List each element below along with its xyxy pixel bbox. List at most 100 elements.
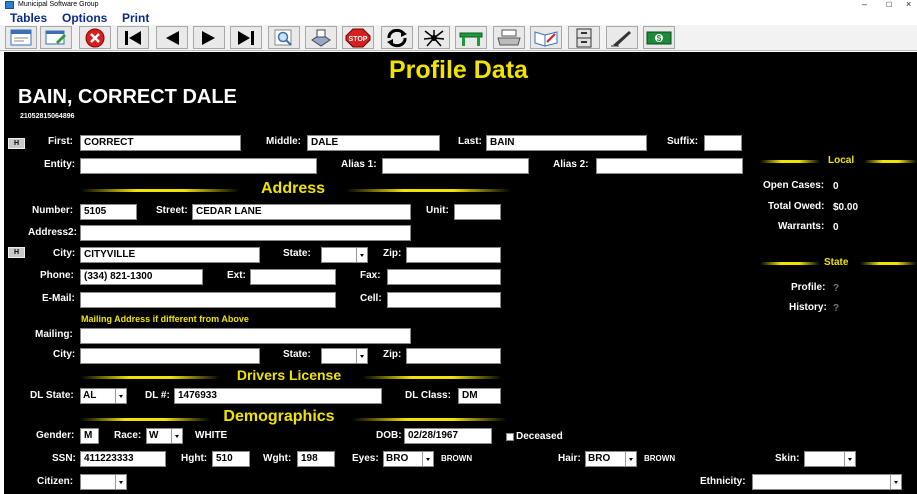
signature-icon bbox=[611, 30, 631, 46]
close-icon[interactable]: × bbox=[906, 0, 911, 9]
mailing-city-field[interactable] bbox=[80, 348, 260, 364]
height-field[interactable]: 510 bbox=[212, 451, 250, 467]
unit-field[interactable] bbox=[454, 204, 501, 220]
next-record-button[interactable] bbox=[193, 26, 225, 49]
cabinet-button[interactable] bbox=[568, 26, 600, 49]
menu-tables[interactable]: Tables bbox=[10, 11, 47, 25]
weight-field[interactable]: 198 bbox=[297, 451, 335, 467]
height-label: Hght: bbox=[181, 453, 208, 464]
city-field[interactable]: CITYVILLE bbox=[80, 247, 260, 263]
state-history-value[interactable]: ? bbox=[833, 303, 839, 314]
number-label: Number: bbox=[32, 205, 74, 216]
previous-record-button[interactable] bbox=[156, 26, 188, 49]
street-label: Street: bbox=[156, 205, 188, 216]
eyes-description: BROWN bbox=[441, 454, 473, 463]
chevron-down-icon[interactable] bbox=[422, 452, 433, 466]
alias2-label: Alias 2: bbox=[553, 159, 589, 170]
add-record-button[interactable] bbox=[5, 26, 37, 49]
fax-field[interactable] bbox=[387, 269, 501, 285]
hair-dropdown[interactable]: BRO bbox=[585, 451, 637, 467]
entity-field[interactable] bbox=[80, 158, 317, 174]
mailing-zip-field[interactable] bbox=[406, 348, 501, 364]
mailing-field[interactable] bbox=[80, 328, 411, 344]
mailing-zip-label: Zip: bbox=[383, 349, 402, 360]
race-description: WHITE bbox=[195, 430, 228, 441]
fax-label: Fax: bbox=[360, 270, 381, 281]
first-record-button[interactable] bbox=[117, 26, 149, 49]
dl-state-label: DL State: bbox=[30, 390, 74, 401]
menu-options[interactable]: Options bbox=[62, 11, 107, 25]
chevron-down-icon[interactable] bbox=[890, 475, 901, 489]
toolbar: STOP $ bbox=[0, 25, 917, 51]
mailing-state-dropdown[interactable] bbox=[321, 348, 368, 364]
money-label: $ bbox=[657, 34, 662, 43]
address2-label: Address2: bbox=[28, 227, 77, 238]
flow-button[interactable] bbox=[418, 26, 450, 49]
skin-dropdown[interactable] bbox=[804, 451, 856, 467]
dl-number-field[interactable]: 1476933 bbox=[174, 388, 382, 404]
suffix-field[interactable] bbox=[704, 135, 742, 151]
edit-icon bbox=[45, 30, 66, 45]
app-icon bbox=[5, 1, 14, 9]
maximize-icon[interactable]: ☐ bbox=[886, 1, 892, 9]
search-icon bbox=[274, 29, 292, 46]
street-field[interactable]: CEDAR LANE bbox=[192, 204, 411, 220]
race-dropdown[interactable]: W bbox=[146, 428, 183, 444]
book-button[interactable] bbox=[530, 26, 562, 49]
refresh-button[interactable] bbox=[381, 26, 413, 49]
chevron-down-icon[interactable] bbox=[356, 349, 367, 363]
chevron-down-icon[interactable] bbox=[171, 429, 182, 443]
ssn-label: SSN: bbox=[52, 453, 76, 464]
search-button[interactable] bbox=[268, 26, 300, 49]
dl-class-field[interactable]: DM bbox=[458, 388, 501, 404]
money-button[interactable]: $ bbox=[643, 26, 675, 49]
zip-field[interactable] bbox=[406, 247, 501, 263]
chevron-down-icon[interactable] bbox=[356, 248, 367, 262]
deceased-checkbox[interactable] bbox=[506, 433, 514, 441]
signature-button[interactable] bbox=[606, 26, 638, 49]
citizen-dropdown[interactable] bbox=[80, 474, 127, 490]
ssn-field[interactable]: 411223333 bbox=[80, 451, 166, 467]
street-number-field[interactable]: 5105 bbox=[80, 204, 137, 220]
menu-print[interactable]: Print bbox=[122, 11, 149, 25]
phone-field[interactable]: (334) 821-1300 bbox=[80, 269, 203, 285]
chevron-down-icon[interactable] bbox=[844, 452, 855, 466]
ethnicity-dropdown[interactable] bbox=[752, 474, 902, 490]
edit-record-button[interactable] bbox=[40, 26, 72, 49]
chevron-down-icon[interactable] bbox=[625, 452, 636, 466]
name-history-button[interactable]: H bbox=[8, 138, 25, 149]
local-title: Local bbox=[828, 155, 855, 166]
table-button[interactable] bbox=[455, 26, 487, 49]
alias1-field[interactable] bbox=[382, 158, 529, 174]
chevron-down-icon[interactable] bbox=[115, 475, 126, 489]
state-title: State bbox=[824, 257, 849, 268]
chevron-down-icon[interactable] bbox=[115, 389, 126, 403]
dob-field[interactable]: 02/28/1967 bbox=[404, 428, 492, 444]
open-cases-label: Open Cases: bbox=[763, 180, 825, 191]
alias2-field[interactable] bbox=[596, 158, 743, 174]
address2-field[interactable] bbox=[80, 225, 411, 241]
cell-field[interactable] bbox=[387, 292, 501, 308]
print-button[interactable] bbox=[493, 26, 525, 49]
last-record-button[interactable] bbox=[230, 26, 262, 49]
ext-field[interactable] bbox=[250, 269, 336, 285]
address-history-button[interactable]: H bbox=[8, 247, 25, 258]
email-field[interactable] bbox=[80, 292, 336, 308]
last-name-field[interactable]: BAIN bbox=[486, 135, 647, 151]
dl-state-dropdown[interactable]: AL bbox=[80, 388, 127, 404]
skin-label: Skin: bbox=[775, 453, 800, 464]
delete-record-button[interactable] bbox=[79, 26, 111, 49]
first-name-field[interactable]: CORRECT bbox=[80, 135, 241, 151]
mailing-city-label: City: bbox=[53, 349, 76, 360]
hair-description: BROWN bbox=[644, 454, 676, 463]
flow-icon bbox=[423, 29, 445, 46]
stop-button[interactable]: STOP bbox=[342, 26, 374, 49]
minimize-icon[interactable]: – bbox=[862, 0, 867, 9]
save-button[interactable] bbox=[305, 26, 337, 49]
warrants-label: Warrants: bbox=[778, 221, 825, 232]
eyes-dropdown[interactable]: BRO bbox=[383, 451, 434, 467]
gender-field[interactable]: M bbox=[80, 428, 99, 444]
state-dropdown[interactable] bbox=[321, 247, 368, 263]
state-profile-value[interactable]: ? bbox=[833, 283, 839, 294]
middle-name-field[interactable]: DALE bbox=[307, 135, 440, 151]
